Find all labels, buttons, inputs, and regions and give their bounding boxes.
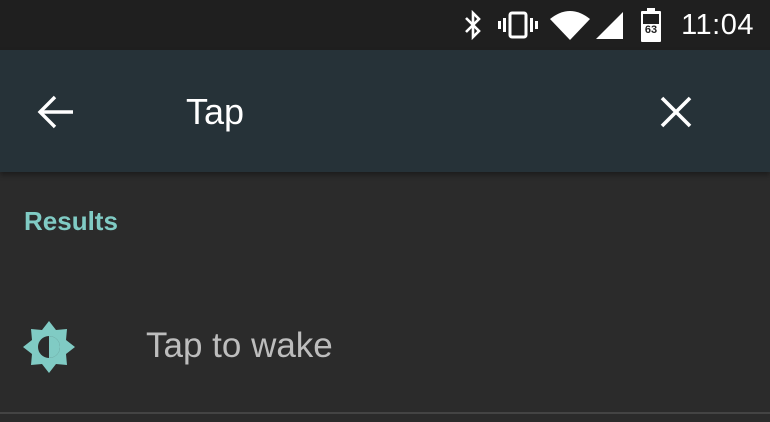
result-label: Tap to wake [146, 326, 333, 365]
close-icon [660, 96, 692, 128]
battery-level: 63 [645, 24, 657, 36]
clear-search-button[interactable] [648, 84, 704, 140]
search-toolbar [0, 50, 770, 172]
divider [0, 412, 770, 414]
results-header: Results [24, 206, 118, 236]
settings-search-screen: 63 11:04 Results Tap to wake [0, 0, 770, 422]
brightness-icon [23, 321, 75, 373]
search-input[interactable] [186, 86, 616, 138]
battery-icon: 63 [636, 0, 666, 50]
cell-signal-icon [592, 0, 626, 50]
wifi-icon [548, 0, 592, 50]
result-item-tap-to-wake[interactable]: Tap to wake [0, 290, 770, 404]
back-button[interactable] [28, 84, 84, 140]
bluetooth-icon [458, 0, 488, 50]
status-bar: 63 11:04 [0, 0, 770, 50]
vibrate-icon [496, 0, 540, 50]
status-time: 11:04 [681, 9, 754, 41]
arrow-back-icon [37, 95, 73, 129]
